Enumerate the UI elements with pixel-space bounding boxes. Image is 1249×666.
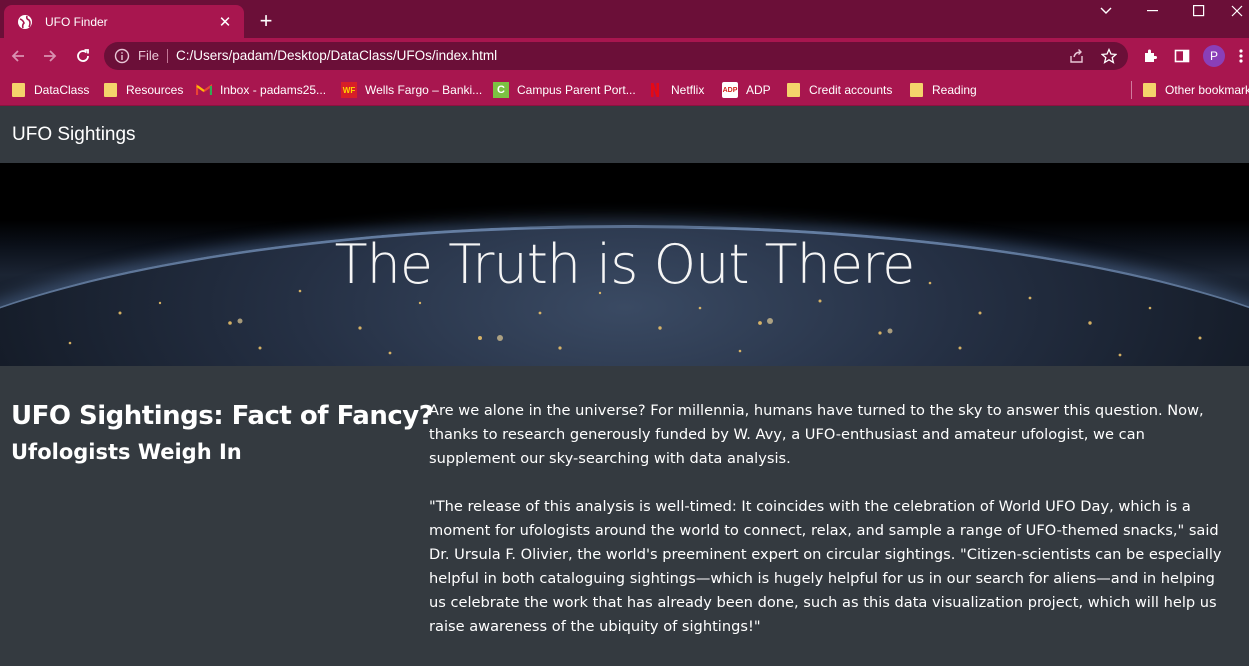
wellsfargo-icon: WF [341, 82, 357, 98]
close-tab-icon[interactable]: ✕ [214, 11, 236, 33]
bookmark-label: ADP [746, 83, 771, 97]
bookmark-label: Resources [126, 83, 184, 97]
folder-icon [785, 82, 801, 98]
back-icon[interactable] [7, 45, 29, 67]
extensions-icon[interactable] [1140, 46, 1160, 66]
hero-banner: The Truth is Out There [0, 163, 1249, 366]
browser-toolbar: File C:/Users/padam/Desktop/DataClass/UF… [0, 38, 1249, 74]
bookmark-star-icon[interactable] [1100, 47, 1118, 65]
bookmark-label: Inbox - padams25... [220, 83, 327, 97]
other-bookmarks-label: Other bookmarks [1165, 83, 1249, 97]
article-subheading: Ufologists Weigh In [11, 440, 242, 464]
folder-icon [10, 82, 26, 98]
tab-strip: UFO Finder ✕ + [0, 0, 1249, 38]
bookmark-label: DataClass [34, 83, 90, 97]
url-text[interactable]: C:/Users/padam/Desktop/DataClass/UFOs/in… [176, 48, 497, 63]
bookmark-item[interactable]: DataClass [10, 81, 89, 99]
site-navbar: UFO Sightings [0, 107, 1249, 163]
bookmark-item[interactable]: Netflix [647, 81, 704, 99]
address-divider [167, 49, 168, 63]
bookmark-item[interactable]: Inbox - padams25... [196, 81, 326, 99]
adp-icon: ADP [722, 82, 738, 98]
bookmark-item[interactable]: Credit accounts [785, 81, 892, 99]
bookmark-label: Wells Fargo – Banki... [365, 83, 483, 97]
forward-icon[interactable] [39, 45, 61, 67]
browser-tab[interactable]: UFO Finder ✕ [4, 5, 244, 38]
bookmark-label: Campus Parent Port... [517, 83, 636, 97]
article-heading: UFO Sightings: Fact of Fancy? [11, 401, 434, 431]
share-icon[interactable] [1068, 47, 1086, 65]
bookmark-label: Credit accounts [809, 83, 893, 97]
bookmarks-divider [1131, 81, 1132, 99]
address-bar[interactable]: File C:/Users/padam/Desktop/DataClass/UF… [104, 42, 1128, 70]
side-panel-icon[interactable] [1172, 46, 1192, 66]
bookmark-item[interactable]: C Campus Parent Port... [493, 81, 636, 99]
bookmarks-bar: DataClass Resources Inbox - padams25... … [0, 74, 1249, 106]
menu-icon[interactable] [1234, 46, 1248, 66]
folder-icon [102, 82, 118, 98]
bookmark-item[interactable]: Resources [102, 81, 183, 99]
bookmark-label: Netflix [671, 83, 705, 97]
tab-title: UFO Finder [45, 14, 108, 29]
other-bookmarks[interactable]: Other bookmarks [1141, 81, 1249, 99]
bookmark-item[interactable]: ADP ADP [722, 81, 771, 99]
new-tab-button[interactable]: + [254, 9, 278, 33]
intro-paragraph: Are we alone in the universe? For millen… [429, 402, 1204, 467]
quote-paragraph: "The release of this analysis is well-ti… [429, 498, 1222, 635]
maximize-icon[interactable] [1179, 0, 1219, 22]
bookmark-label: Reading [932, 83, 977, 97]
navbar-brand[interactable]: UFO Sightings [12, 124, 136, 146]
info-icon[interactable] [114, 48, 130, 64]
folder-icon [1141, 82, 1157, 98]
folder-icon [908, 82, 924, 98]
scheme-label: File [138, 48, 159, 63]
gmail-icon [196, 82, 212, 98]
campus-icon: C [493, 82, 509, 98]
netflix-icon [647, 82, 663, 98]
globe-icon [17, 14, 33, 30]
hero-title: The Truth is Out There [334, 233, 916, 296]
main-content: UFO Sightings: Fact of Fancy? Ufologists… [0, 366, 1249, 666]
bookmark-item[interactable]: WF Wells Fargo – Banki... [341, 81, 482, 99]
bookmark-item[interactable]: Reading [908, 81, 977, 99]
minimize-icon[interactable] [1133, 0, 1173, 22]
reload-icon[interactable] [72, 45, 94, 67]
tab-search-icon[interactable] [1086, 0, 1126, 22]
close-window-icon[interactable] [1225, 0, 1249, 22]
profile-avatar[interactable]: P [1203, 45, 1225, 67]
